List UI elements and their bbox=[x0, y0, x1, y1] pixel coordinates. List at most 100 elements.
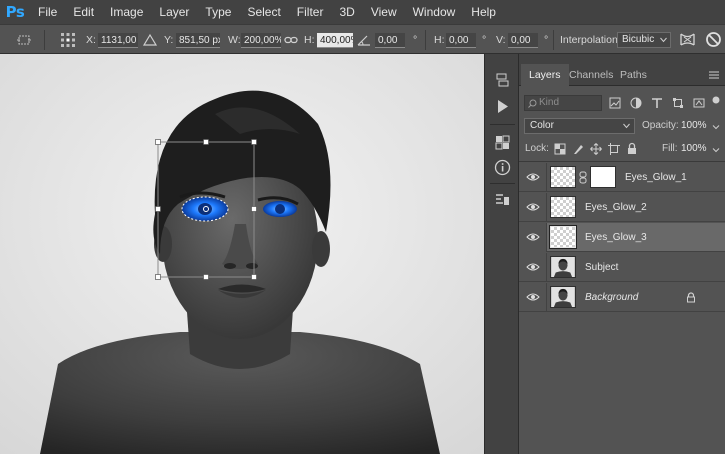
angle-icon bbox=[357, 35, 370, 46]
layer-thumbnail bbox=[550, 286, 576, 308]
menu-window[interactable]: Window bbox=[405, 0, 464, 24]
eye-icon[interactable] bbox=[526, 231, 540, 243]
y-label: Y: bbox=[164, 34, 174, 46]
blend-mode-value: Color bbox=[530, 120, 554, 131]
panel-tabs: Layers Channels Paths bbox=[519, 64, 725, 86]
layer-thumbnail bbox=[550, 256, 576, 278]
w-label: W: bbox=[228, 34, 241, 46]
lock-position-icon[interactable] bbox=[590, 143, 602, 155]
info-icon[interactable] bbox=[494, 159, 511, 176]
portrait-image bbox=[0, 54, 484, 454]
actions-icon[interactable] bbox=[494, 98, 511, 115]
layer-name: Eyes_Glow_2 bbox=[585, 202, 647, 213]
fill-label: Fill: bbox=[662, 143, 678, 154]
menu-edit[interactable]: Edit bbox=[65, 0, 102, 24]
menu-help[interactable]: Help bbox=[463, 0, 504, 24]
layer-name: Background bbox=[585, 292, 639, 303]
menu-layer[interactable]: Layer bbox=[151, 0, 197, 24]
filter-smart-object-icon[interactable] bbox=[693, 97, 705, 109]
menu-select[interactable]: Select bbox=[239, 0, 288, 24]
x-label: X: bbox=[86, 34, 96, 46]
eye-icon[interactable] bbox=[526, 261, 540, 273]
menu-view[interactable]: View bbox=[363, 0, 405, 24]
layers-panel: Layers Channels Paths Kind Color Opacity… bbox=[519, 54, 725, 454]
eye-icon[interactable] bbox=[526, 171, 540, 183]
separator bbox=[490, 183, 515, 184]
menu-image[interactable]: Image bbox=[102, 0, 151, 24]
layer-name: Eyes_Glow_1 bbox=[625, 172, 687, 183]
options-bar: X: 1131,00 px Y: 851,50 px W: 200,00% H:… bbox=[0, 24, 725, 54]
layer-row-eyes-glow-3[interactable]: Eyes_Glow_3 bbox=[519, 223, 725, 252]
hskew-unit: ° bbox=[482, 34, 487, 46]
menu-file[interactable]: File bbox=[30, 0, 65, 24]
vskew-input[interactable]: 0,00 bbox=[508, 33, 538, 48]
chevron-down-icon[interactable] bbox=[712, 123, 720, 131]
fill-input[interactable]: 100% bbox=[678, 141, 708, 157]
lock-row: Lock: Fill: 100% bbox=[519, 138, 725, 160]
link-icon[interactable] bbox=[283, 32, 299, 48]
separator bbox=[44, 30, 45, 50]
y-input[interactable]: 851,50 px bbox=[176, 33, 220, 48]
transform-reference-icon[interactable] bbox=[60, 32, 76, 48]
layer-mask-thumbnail[interactable] bbox=[590, 166, 616, 188]
hskew-input[interactable]: 0,00 bbox=[446, 33, 476, 48]
separator bbox=[553, 30, 554, 50]
filter-type-icon[interactable] bbox=[651, 97, 663, 109]
menu-3d[interactable]: 3D bbox=[331, 0, 362, 24]
filter-kind-placeholder: Kind bbox=[539, 97, 560, 108]
opacity-input[interactable]: 100% bbox=[678, 118, 708, 134]
warp-icon[interactable] bbox=[679, 31, 696, 49]
h-input[interactable]: 400,00% bbox=[317, 33, 353, 48]
layer-row-subject[interactable]: Subject bbox=[519, 253, 725, 282]
photoshop-logo[interactable]: Ps bbox=[0, 0, 30, 24]
menu-type[interactable]: Type bbox=[197, 0, 239, 24]
chain-link-icon[interactable] bbox=[579, 171, 587, 184]
x-input[interactable]: 1131,00 px bbox=[98, 33, 138, 48]
panel-icon-strip bbox=[484, 54, 519, 454]
chevron-down-icon[interactable] bbox=[712, 146, 720, 154]
layer-thumbnail bbox=[549, 225, 577, 249]
vskew-label: V: bbox=[496, 34, 506, 46]
lock-artboard-icon[interactable] bbox=[608, 143, 620, 155]
panel-menu-icon[interactable] bbox=[709, 71, 719, 79]
opacity-label: Opacity: bbox=[642, 120, 679, 131]
properties-icon[interactable] bbox=[494, 191, 511, 208]
filter-pixel-icon[interactable] bbox=[609, 97, 621, 109]
history-icon[interactable] bbox=[494, 72, 511, 89]
layer-row-eyes-glow-1[interactable]: Eyes_Glow_1 bbox=[519, 163, 725, 192]
filter-toggle-icon[interactable] bbox=[712, 96, 720, 104]
hskew-label: H: bbox=[434, 34, 445, 46]
panel-header bbox=[519, 54, 725, 64]
interpolation-select[interactable]: Bicubic bbox=[617, 32, 671, 48]
chevron-down-icon bbox=[660, 37, 667, 43]
separator bbox=[490, 124, 515, 125]
layer-row-eyes-glow-2[interactable]: Eyes_Glow_2 bbox=[519, 193, 725, 222]
filter-adjustment-icon[interactable] bbox=[630, 97, 642, 109]
separator bbox=[519, 161, 725, 162]
eye-icon[interactable] bbox=[526, 291, 540, 303]
cancel-icon[interactable] bbox=[705, 31, 722, 48]
layer-row-background[interactable]: Background bbox=[519, 283, 725, 312]
angle-input[interactable]: 0,00 bbox=[375, 33, 405, 48]
layer-thumbnail bbox=[550, 196, 576, 218]
delta-icon[interactable] bbox=[142, 32, 158, 48]
w-input[interactable]: 200,00% bbox=[241, 33, 281, 48]
lock-transparent-icon[interactable] bbox=[554, 143, 566, 155]
tab-paths[interactable]: Paths bbox=[612, 64, 655, 86]
chevron-down-icon bbox=[623, 123, 630, 129]
lock-icon bbox=[687, 292, 695, 303]
h-label: H: bbox=[304, 34, 315, 46]
blend-row: Color Opacity: 100% bbox=[519, 115, 725, 137]
filter-kind-select[interactable]: Kind bbox=[524, 95, 602, 111]
document-canvas[interactable] bbox=[0, 54, 484, 454]
filter-shape-icon[interactable] bbox=[672, 97, 684, 109]
lock-pixels-icon[interactable] bbox=[572, 143, 584, 155]
swatches-icon[interactable] bbox=[494, 134, 511, 151]
interpolation-value: Bicubic bbox=[622, 34, 655, 45]
lock-all-icon[interactable] bbox=[626, 142, 638, 155]
transform-tool-icon[interactable] bbox=[16, 32, 32, 48]
menu-filter[interactable]: Filter bbox=[289, 0, 332, 24]
blend-mode-select[interactable]: Color bbox=[524, 118, 635, 134]
eye-icon[interactable] bbox=[526, 201, 540, 213]
layer-thumbnail bbox=[550, 166, 576, 188]
